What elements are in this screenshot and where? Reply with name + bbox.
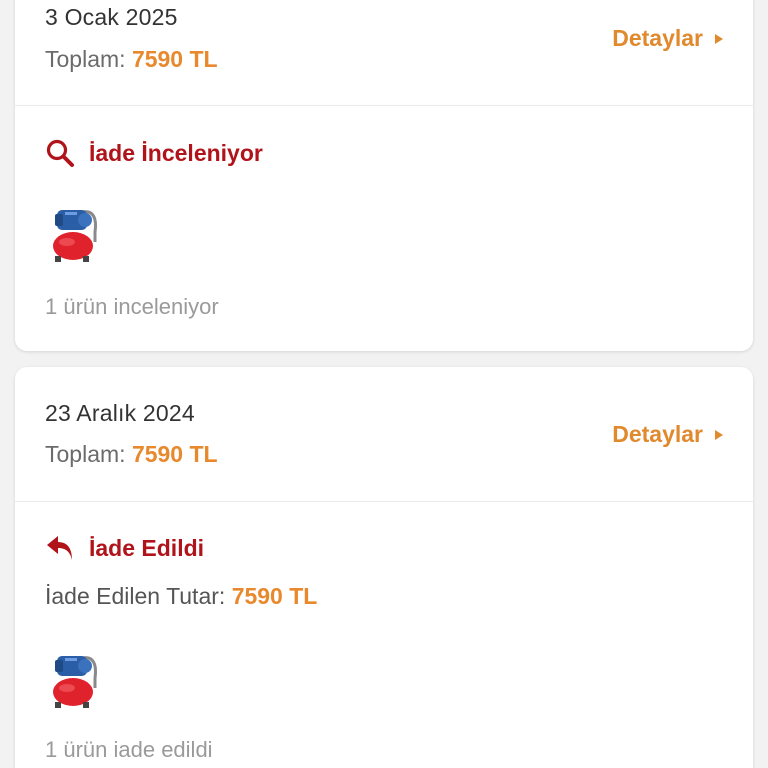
order-card: 3 Ocak 2025 Toplam: 7590 TL Detaylar İad…	[15, 0, 753, 351]
order-date: 3 Ocak 2025	[45, 4, 178, 30]
order-card: 23 Aralık 2024 Toplam: 7590 TL Detaylar …	[15, 367, 753, 768]
order-total: Toplam: 7590 TL	[45, 441, 218, 468]
reply-arrow-icon	[45, 533, 75, 563]
product-thumbnail[interactable]	[45, 202, 105, 266]
items-note: 1 ürün inceleniyor	[45, 294, 219, 319]
order-card-header: 3 Ocak 2025 Toplam: 7590 TL Detaylar	[15, 0, 753, 106]
orders-list: 3 Ocak 2025 Toplam: 7590 TL Detaylar İad…	[0, 0, 768, 768]
caret-right-icon	[715, 429, 723, 440]
refund-amount-label: İade Edilen Tutar:	[45, 583, 226, 609]
order-total-label: Toplam:	[45, 441, 126, 467]
order-total-value: 7590 TL	[131, 441, 218, 467]
caret-right-icon	[715, 33, 723, 44]
return-status-text: İade İnceleniyor	[89, 139, 263, 166]
return-status: İade Edildi	[45, 533, 204, 563]
return-status-text: İade Edildi	[89, 534, 205, 561]
order-card-header: 23 Aralık 2024 Toplam: 7590 TL Detaylar	[15, 367, 753, 502]
order-total-value: 7590 TL	[131, 46, 218, 72]
order-date: 23 Aralık 2024	[45, 400, 195, 426]
items-note: 1 ürün iade edildi	[45, 737, 213, 762]
refund-amount: İade Edilen Tutar: 7590 TL	[45, 583, 317, 610]
return-status: İade İnceleniyor	[45, 138, 263, 168]
details-link[interactable]: Detaylar	[612, 421, 723, 448]
search-icon	[45, 138, 75, 168]
refund-amount-value: 7590 TL	[231, 583, 318, 609]
details-link-label: Detaylar	[612, 25, 703, 51]
details-link-label: Detaylar	[612, 421, 703, 447]
order-total: Toplam: 7590 TL	[45, 46, 218, 73]
product-thumbnail[interactable]	[45, 648, 105, 712]
details-link[interactable]: Detaylar	[612, 25, 723, 52]
order-total-label: Toplam:	[45, 46, 126, 72]
